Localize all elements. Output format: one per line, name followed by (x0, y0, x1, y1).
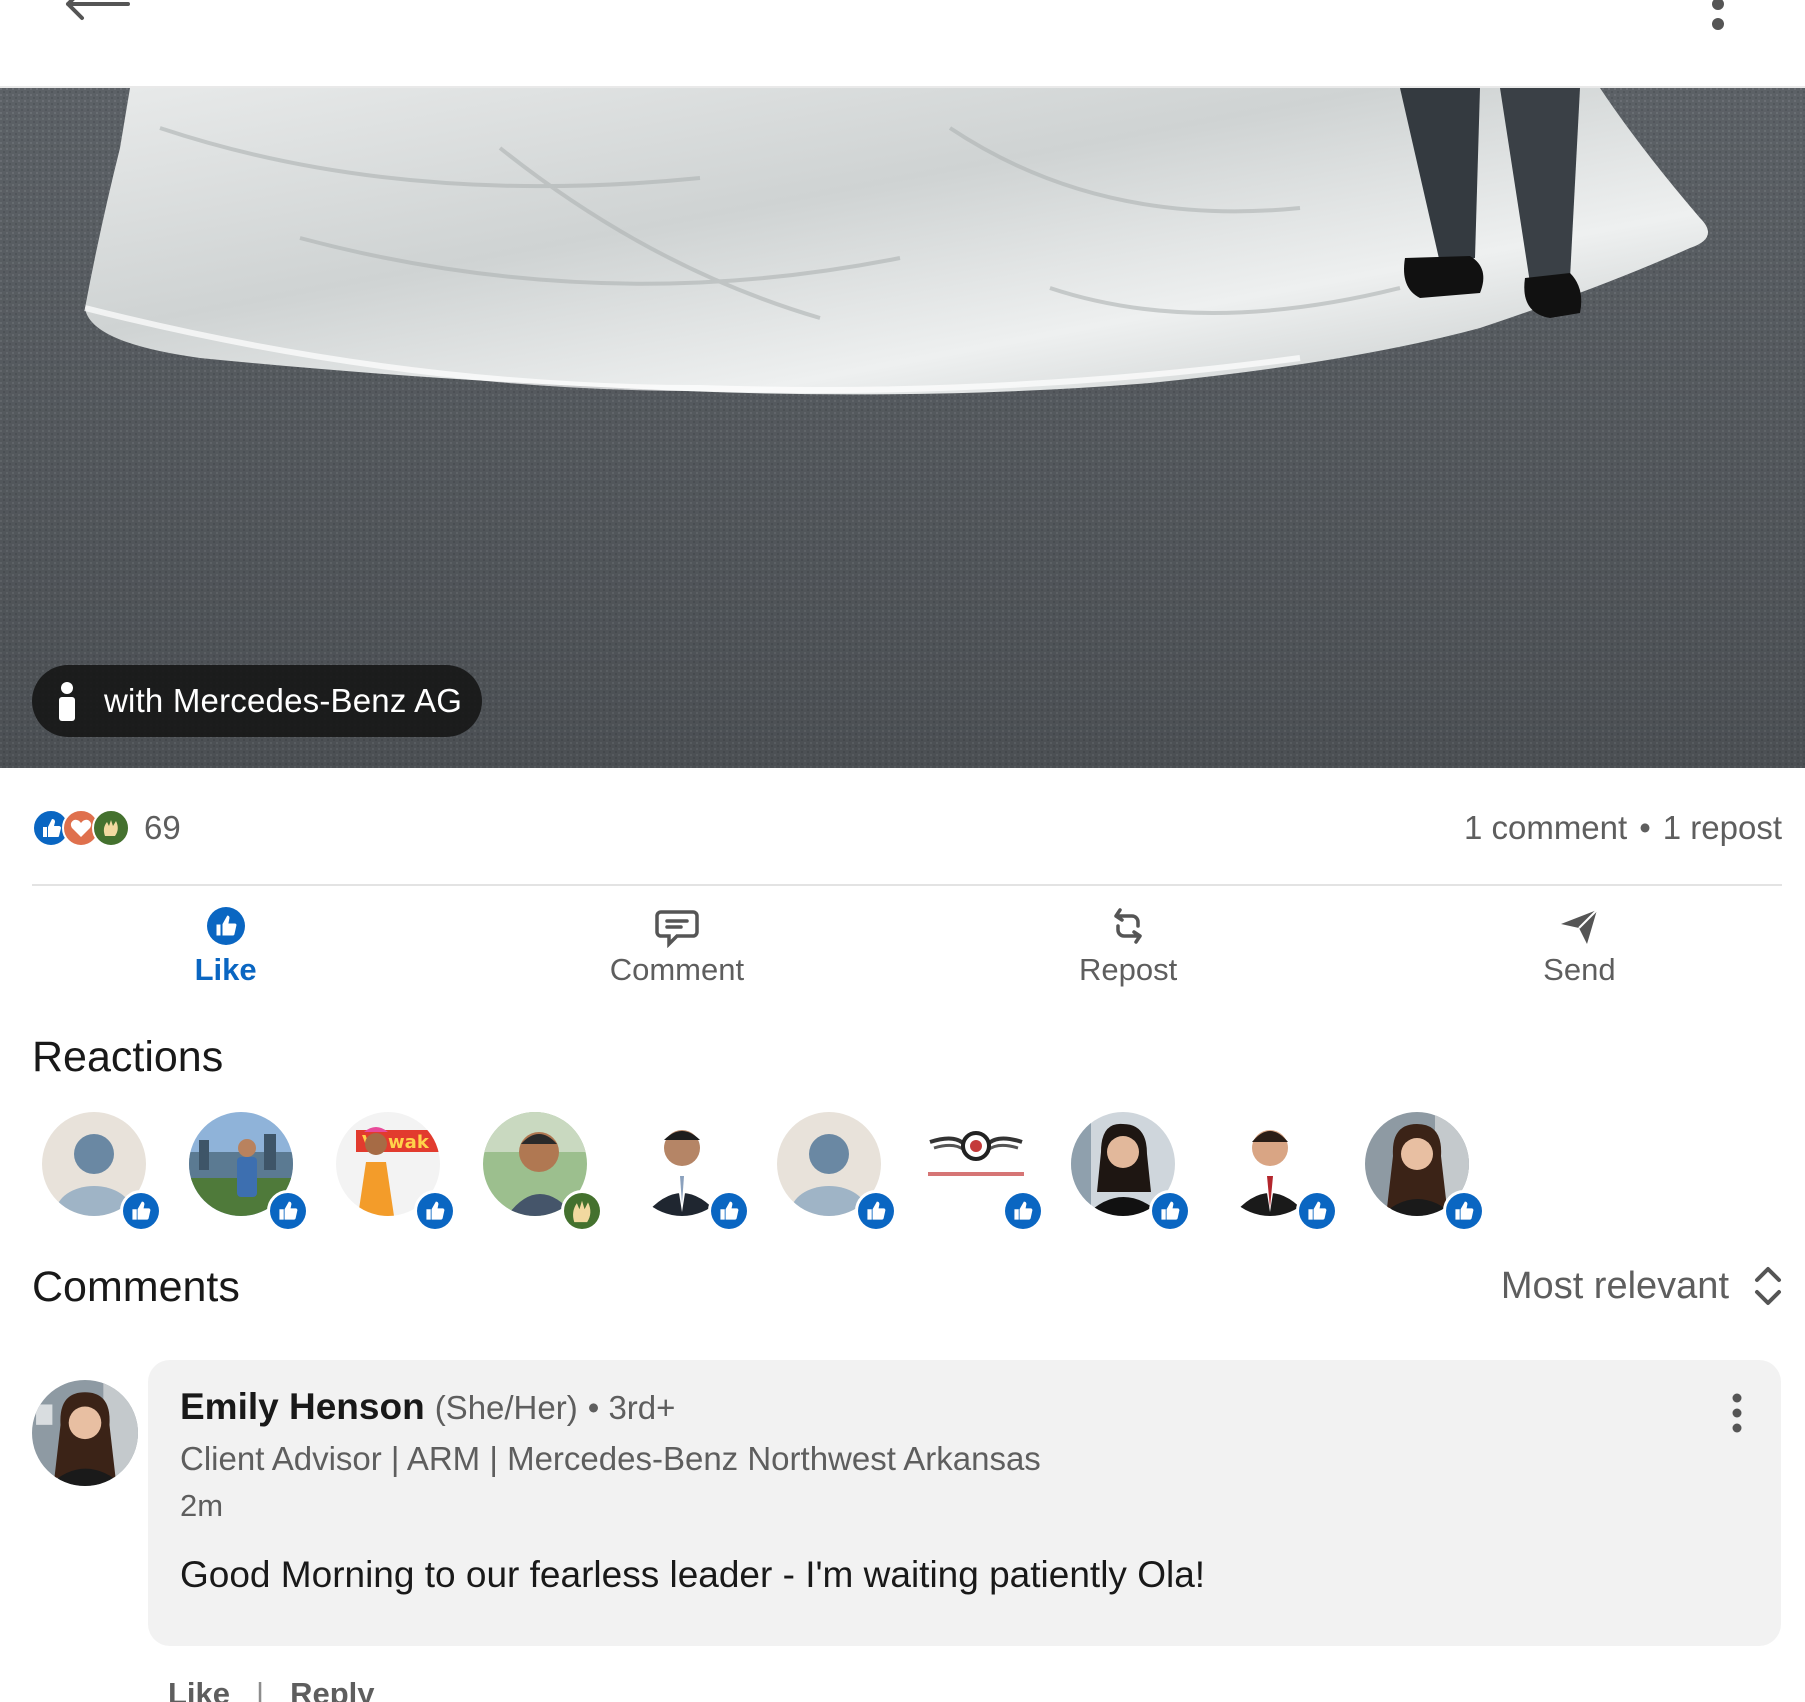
like-icon (1149, 1190, 1191, 1232)
comment-timestamp: 2m (180, 1488, 224, 1523)
post-image[interactable]: with Mercedes-Benz AG (0, 88, 1805, 768)
send-button[interactable]: Send (1354, 896, 1805, 996)
comment-button[interactable]: Comment (451, 896, 902, 996)
profile-photo (32, 1380, 138, 1486)
like-icon (1443, 1190, 1485, 1232)
sort-chevrons-icon (1755, 1267, 1781, 1305)
comments-heading: Comments (32, 1263, 240, 1311)
top-bar (0, 0, 1805, 88)
reactor-avatar[interactable] (1071, 1112, 1191, 1232)
like-icon (855, 1190, 897, 1232)
counts-separator: • (1639, 809, 1651, 846)
repost-icon (1114, 908, 1142, 944)
comment-bubble: Emily Henson (She/Her) • 3rd+ Client Adv… (148, 1360, 1781, 1646)
repost-button[interactable]: Repost (903, 896, 1354, 996)
tag-label: with Mercedes-Benz AG (104, 682, 463, 719)
comment-reply-button[interactable]: Reply (290, 1676, 374, 1702)
comments-count-link[interactable]: 1 comment (1464, 809, 1627, 847)
reaction-icons[interactable] (32, 809, 130, 847)
like-icon (206, 907, 245, 945)
celebrate-icon (92, 809, 130, 847)
repost-label: Repost (1079, 952, 1178, 987)
reactor-avatar[interactable] (1365, 1112, 1485, 1232)
comment-author-degree: • 3rd+ (587, 1389, 676, 1426)
comment-author-pronouns: (She/Her) (434, 1389, 578, 1426)
like-icon (1002, 1190, 1044, 1232)
like-icon (267, 1190, 309, 1232)
like-icon (120, 1190, 162, 1232)
reactions-heading: Reactions (32, 1033, 224, 1081)
reactor-avatar[interactable]: Vi wak (336, 1112, 456, 1232)
sort-dropdown[interactable]: Most relevant (1501, 1264, 1783, 1308)
like-label: Like (194, 952, 257, 987)
back-arrow-icon[interactable] (60, 0, 130, 32)
person-icon (59, 682, 75, 721)
commenter-avatar[interactable] (32, 1380, 138, 1486)
social-counts: 69 1 comment • 1 repost (32, 800, 1782, 856)
send-label: Send (1543, 952, 1616, 987)
like-icon (708, 1190, 750, 1232)
post-action-bar: Like Comment Repost Send (0, 896, 1805, 996)
reactor-avatar[interactable] (189, 1112, 309, 1232)
reactor-avatar[interactable] (777, 1112, 897, 1238)
send-icon (1561, 909, 1599, 944)
comment-icon (655, 910, 699, 948)
reactor-avatar[interactable] (924, 1112, 1044, 1232)
reactor-avatar[interactable] (1218, 1112, 1338, 1232)
comment-text: Good Morning to our fearless leader - I'… (180, 1554, 1206, 1595)
like-icon (1296, 1190, 1338, 1232)
reactor-avatars: Vi wak (42, 1112, 1485, 1242)
reactor-avatar[interactable] (42, 1112, 162, 1238)
comment-label: Comment (609, 952, 745, 987)
reactor-avatar[interactable] (630, 1112, 750, 1232)
comment-like-button[interactable]: Like (168, 1676, 230, 1702)
like-button[interactable]: Like (0, 896, 451, 996)
comment-more-icon[interactable] (1729, 1392, 1745, 1434)
comment-actions-separator: | (256, 1676, 265, 1702)
sort-label: Most relevant (1500, 1264, 1729, 1307)
like-icon (414, 1190, 456, 1232)
reaction-count[interactable]: 69 (144, 809, 181, 847)
tagged-company-pill[interactable]: with Mercedes-Benz AG (32, 665, 483, 737)
reactor-avatar[interactable] (483, 1112, 603, 1232)
divider (32, 884, 1782, 886)
reposts-count-link[interactable]: 1 repost (1663, 809, 1782, 847)
comment-author-headline: Client Advisor | ARM | Mercedes-Benz Nor… (180, 1440, 1041, 1477)
more-options-icon[interactable] (1700, 0, 1736, 40)
comment-author-name[interactable]: Emily Henson (180, 1386, 425, 1428)
comment-actions: Like | Reply (168, 1676, 375, 1702)
celebrate-icon (561, 1190, 603, 1232)
comment-author-line: Emily Henson (She/Her) • 3rd+ (180, 1386, 675, 1428)
